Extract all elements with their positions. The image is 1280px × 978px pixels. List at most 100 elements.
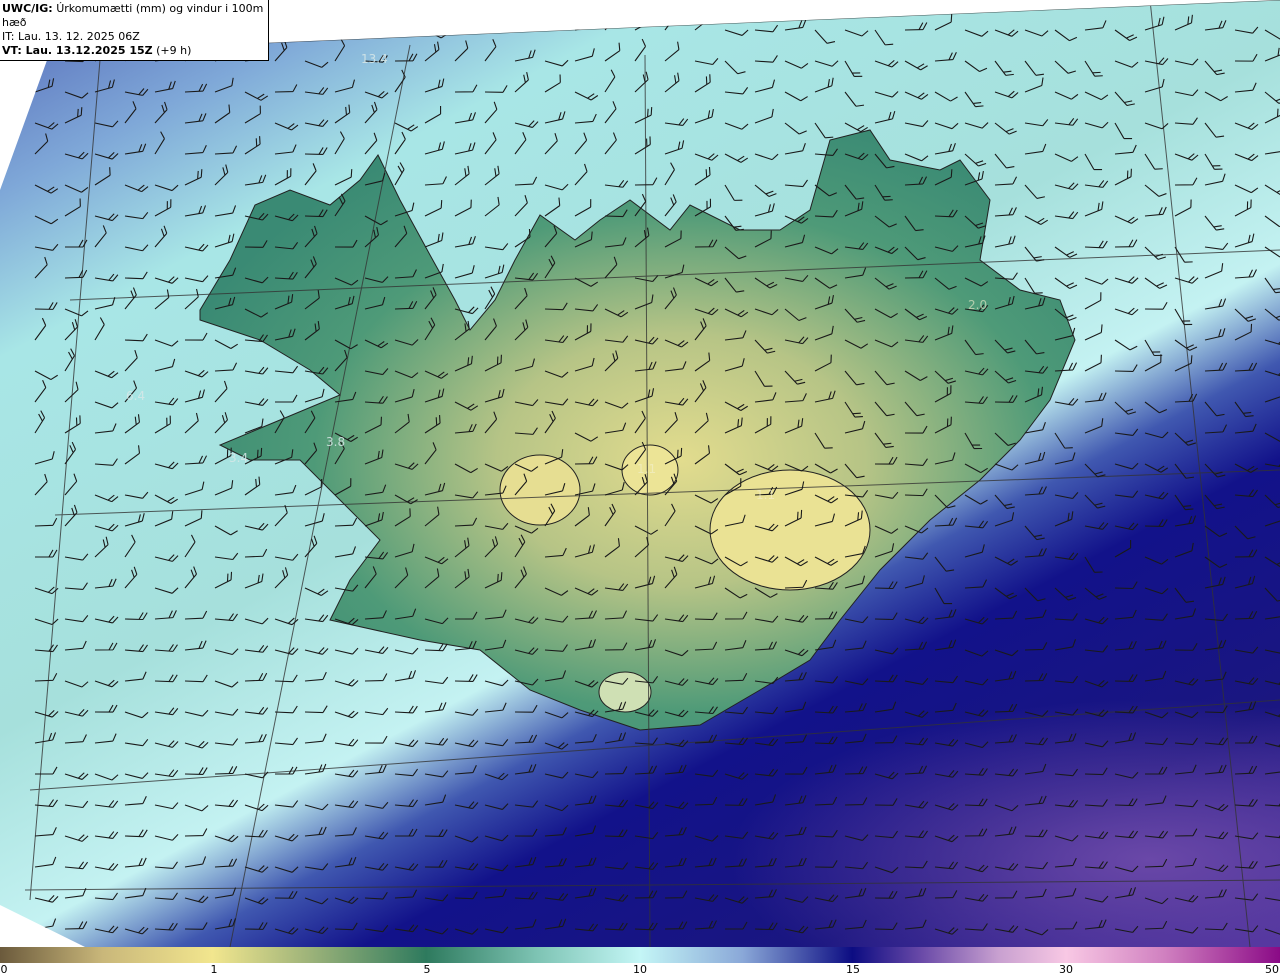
wind-barb (1114, 462, 1139, 470)
wind-barb (454, 15, 474, 31)
wind-barb (1174, 355, 1193, 372)
wind-barb (244, 573, 264, 589)
wind-barb (214, 205, 237, 217)
forecast-offset: (+9 h) (156, 44, 192, 57)
wind-barb (1024, 143, 1047, 155)
wind-barb (334, 896, 359, 905)
wind-barb (664, 801, 689, 810)
wind-barb (364, 673, 388, 682)
wind-barb (874, 29, 894, 46)
wind-barb (94, 831, 119, 840)
wind-barb (34, 766, 58, 775)
wind-barb (1204, 298, 1227, 310)
wind-barb (1174, 89, 1199, 97)
wind-barb (754, 24, 779, 33)
wind-barb (1054, 277, 1078, 289)
wind-barb (514, 856, 537, 868)
wind-barb (1204, 639, 1227, 651)
wind-barb (844, 678, 869, 686)
wind-barb (1054, 835, 1079, 842)
wind-barb (214, 918, 237, 930)
wind-barb (214, 233, 235, 248)
wind-barb (1264, 308, 1280, 321)
wind-barb (604, 101, 617, 124)
wind-barb (694, 835, 719, 842)
wind-barb (1234, 82, 1257, 93)
wind-barb (154, 184, 179, 192)
wind-barb (1084, 709, 1109, 718)
wind-barb (1174, 177, 1198, 186)
wind-barb (34, 215, 59, 225)
wind-barb (274, 365, 299, 374)
wind-barb (94, 225, 107, 248)
wind-barb (244, 522, 269, 531)
wind-barb (1204, 424, 1228, 434)
wind-barb (1114, 60, 1139, 68)
map-info-box: UWC/IG: Úrkomumætti (mm) og vindur i 100… (0, 0, 269, 61)
wind-barb (1174, 764, 1197, 775)
wind-barb (604, 732, 627, 744)
wind-barb (994, 153, 1015, 169)
wind-barb (904, 887, 927, 899)
wind-barb (1114, 29, 1138, 41)
wind-barb (1054, 432, 1073, 449)
wind-barb (214, 858, 238, 868)
wind-barb (574, 18, 596, 31)
precipitable-water-map[interactable]: 13.4 6.4 3.8 3.4 1.1 1.1 2.0 (0, 0, 1280, 947)
wind-barb (1084, 91, 1109, 101)
wind-barb (364, 801, 389, 809)
wind-barb (934, 52, 957, 62)
wind-barb (274, 394, 298, 403)
wind-barb (1264, 388, 1280, 403)
wind-barb (484, 243, 509, 251)
wind-barb (754, 55, 778, 63)
wind-barb (994, 90, 1019, 99)
colorbar (0, 947, 1280, 963)
wind-barb (1084, 831, 1109, 840)
wind-barb (124, 671, 147, 682)
wind-barb (274, 927, 299, 935)
wind-barb (1264, 277, 1280, 294)
wind-barb (1234, 735, 1258, 744)
wind-barb (1234, 677, 1259, 685)
wind-barb (844, 616, 869, 624)
wind-barb (34, 732, 57, 744)
wind-barb (244, 91, 269, 101)
wind-barb (754, 889, 777, 899)
wind-barb (1084, 494, 1106, 509)
wind-barb (304, 587, 329, 596)
wind-barb (1084, 20, 1107, 31)
wind-barb (214, 412, 228, 434)
wind-barb (694, 920, 717, 930)
wind-barb (364, 924, 389, 933)
wind-barb (634, 107, 653, 124)
wind-barb (784, 179, 808, 188)
wind-barb (124, 211, 149, 220)
map-value-label: 3.4 (229, 451, 249, 465)
wind-barb (1174, 799, 1199, 808)
wind-barb (634, 801, 659, 810)
wind-barb (274, 553, 299, 561)
wind-barb (124, 644, 148, 653)
wind-barb (844, 887, 867, 899)
wind-barb (124, 271, 148, 280)
wind-barb (934, 675, 958, 684)
wind-barb (184, 288, 199, 310)
wind-barb (544, 59, 569, 67)
wind-barb (514, 132, 527, 155)
wind-barb (1204, 215, 1225, 231)
wind-barb (1114, 122, 1133, 140)
wind-barb (874, 647, 899, 655)
wind-barb (154, 922, 178, 931)
wind-barb (1264, 106, 1280, 124)
wind-barb (1174, 542, 1194, 558)
wind-barb (724, 737, 748, 746)
wind-barb (274, 484, 297, 496)
wind-barb (994, 207, 1017, 217)
wind-barb (844, 919, 867, 930)
wind-barb (1204, 362, 1228, 372)
wind-barb (124, 796, 147, 806)
wind-barb (994, 734, 1017, 744)
wind-barb (154, 461, 179, 470)
wind-barb (184, 740, 209, 749)
